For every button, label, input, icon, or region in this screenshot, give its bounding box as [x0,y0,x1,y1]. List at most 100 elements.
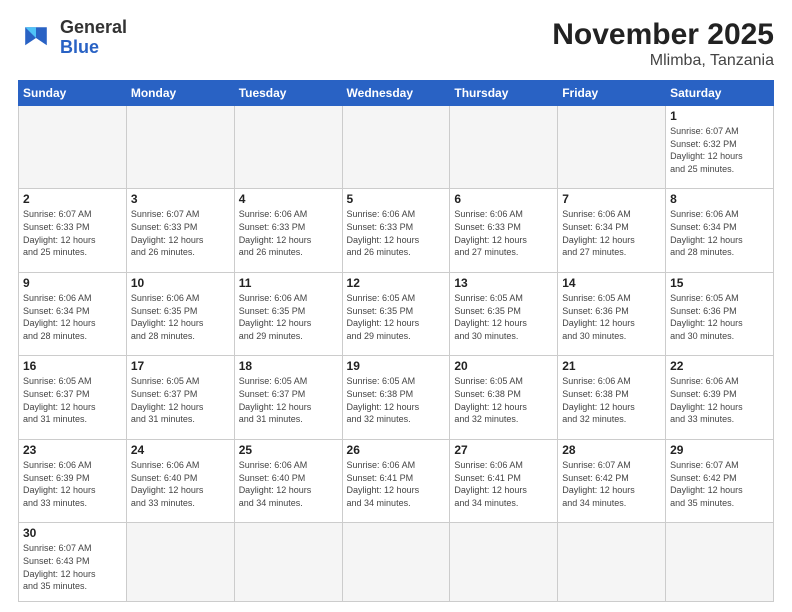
day-number: 6 [454,192,553,206]
table-row [126,523,234,602]
day-info: Sunrise: 6:06 AM Sunset: 6:34 PM Dayligh… [670,208,769,258]
day-number: 11 [239,276,338,290]
logo-text: General Blue [60,18,127,58]
table-row: 30 Sunrise: 6:07 AM Sunset: 6:43 PM Dayli… [19,523,127,602]
table-row [234,523,342,602]
generalblue-logo-icon [18,20,54,56]
day-number: 4 [239,192,338,206]
table-row: 23 Sunrise: 6:06 AM Sunset: 6:39 PM Dayli… [19,439,127,522]
table-row: 15 Sunrise: 6:05 AM Sunset: 6:36 PM Dayli… [666,272,774,355]
day-info: Sunrise: 6:07 AM Sunset: 6:33 PM Dayligh… [23,208,122,258]
day-number: 26 [347,443,446,457]
header: General Blue November 2025 Mlimba, Tanza… [18,18,774,70]
day-info: Sunrise: 6:06 AM Sunset: 6:39 PM Dayligh… [23,459,122,509]
day-number: 27 [454,443,553,457]
col-tuesday: Tuesday [234,81,342,106]
table-row: 13 Sunrise: 6:05 AM Sunset: 6:35 PM Dayli… [450,272,558,355]
day-number: 15 [670,276,769,290]
day-number: 21 [562,359,661,373]
table-row: 1Sunrise: 6:07 AM Sunset: 6:32 PM Daylig… [666,106,774,189]
day-number: 12 [347,276,446,290]
table-row: 17Sunrise: 6:05 AM Sunset: 6:37 PM Dayli… [126,356,234,439]
table-row [342,523,450,602]
table-row: 7 Sunrise: 6:06 AM Sunset: 6:34 PM Daylig… [558,189,666,272]
table-row [666,523,774,602]
table-row: 26 Sunrise: 6:06 AM Sunset: 6:41 PM Dayli… [342,439,450,522]
col-wednesday: Wednesday [342,81,450,106]
day-info: Sunrise: 6:06 AM Sunset: 6:38 PM Dayligh… [562,375,661,425]
table-row [450,106,558,189]
day-info: Sunrise: 6:06 AM Sunset: 6:35 PM Dayligh… [239,292,338,342]
table-row: 5Sunrise: 6:06 AM Sunset: 6:33 PM Daylig… [342,189,450,272]
day-number: 9 [23,276,122,290]
day-number: 13 [454,276,553,290]
col-sunday: Sunday [19,81,127,106]
day-info: Sunrise: 6:05 AM Sunset: 6:35 PM Dayligh… [454,292,553,342]
day-info: Sunrise: 6:05 AM Sunset: 6:37 PM Dayligh… [239,375,338,425]
table-row: 11 Sunrise: 6:06 AM Sunset: 6:35 PM Dayli… [234,272,342,355]
col-friday: Friday [558,81,666,106]
day-info: Sunrise: 6:06 AM Sunset: 6:34 PM Dayligh… [23,292,122,342]
table-row: 22 Sunrise: 6:06 AM Sunset: 6:39 PM Dayli… [666,356,774,439]
table-row: 4 Sunrise: 6:06 AM Sunset: 6:33 PM Daylig… [234,189,342,272]
day-info: Sunrise: 6:05 AM Sunset: 6:38 PM Dayligh… [347,375,446,425]
day-number: 17 [131,359,230,373]
table-row: 16 Sunrise: 6:05 AM Sunset: 6:37 PM Dayli… [19,356,127,439]
day-info: Sunrise: 6:07 AM Sunset: 6:32 PM Dayligh… [670,125,769,175]
table-row: 27Sunrise: 6:06 AM Sunset: 6:41 PM Dayli… [450,439,558,522]
day-info: Sunrise: 6:06 AM Sunset: 6:33 PM Dayligh… [347,208,446,258]
day-info: Sunrise: 6:06 AM Sunset: 6:41 PM Dayligh… [347,459,446,509]
day-number: 19 [347,359,446,373]
day-number: 3 [131,192,230,206]
table-row: 14 Sunrise: 6:05 AM Sunset: 6:36 PM Dayli… [558,272,666,355]
calendar-week-row: 9 Sunrise: 6:06 AM Sunset: 6:34 PM Daylig… [19,272,774,355]
day-number: 14 [562,276,661,290]
table-row: 6 Sunrise: 6:06 AM Sunset: 6:33 PM Daylig… [450,189,558,272]
table-row: 24Sunrise: 6:06 AM Sunset: 6:40 PM Dayli… [126,439,234,522]
day-info: Sunrise: 6:06 AM Sunset: 6:33 PM Dayligh… [239,208,338,258]
table-row: 12Sunrise: 6:05 AM Sunset: 6:35 PM Dayli… [342,272,450,355]
day-number: 7 [562,192,661,206]
day-number: 29 [670,443,769,457]
day-number: 25 [239,443,338,457]
col-saturday: Saturday [666,81,774,106]
logo-general: General [60,17,127,37]
table-row [126,106,234,189]
day-info: Sunrise: 6:05 AM Sunset: 6:36 PM Dayligh… [670,292,769,342]
day-info: Sunrise: 6:05 AM Sunset: 6:37 PM Dayligh… [23,375,122,425]
calendar-week-row: 2 Sunrise: 6:07 AM Sunset: 6:33 PM Daylig… [19,189,774,272]
logo-blue: Blue [60,37,99,57]
calendar-week-row: 1Sunrise: 6:07 AM Sunset: 6:32 PM Daylig… [19,106,774,189]
calendar-subtitle: Mlimba, Tanzania [552,52,774,70]
day-info: Sunrise: 6:07 AM Sunset: 6:43 PM Dayligh… [23,542,122,592]
table-row: 18Sunrise: 6:05 AM Sunset: 6:37 PM Dayli… [234,356,342,439]
day-info: Sunrise: 6:06 AM Sunset: 6:39 PM Dayligh… [670,375,769,425]
day-info: Sunrise: 6:05 AM Sunset: 6:36 PM Dayligh… [562,292,661,342]
table-row: 19 Sunrise: 6:05 AM Sunset: 6:38 PM Dayli… [342,356,450,439]
table-row: 29Sunrise: 6:07 AM Sunset: 6:42 PM Dayli… [666,439,774,522]
day-number: 20 [454,359,553,373]
day-number: 2 [23,192,122,206]
logo: General Blue [18,18,127,58]
page: General Blue November 2025 Mlimba, Tanza… [0,0,792,612]
table-row [450,523,558,602]
day-number: 10 [131,276,230,290]
day-number: 23 [23,443,122,457]
table-row [19,106,127,189]
day-number: 16 [23,359,122,373]
calendar-title: November 2025 [552,18,774,52]
day-info: Sunrise: 6:05 AM Sunset: 6:38 PM Dayligh… [454,375,553,425]
title-block: November 2025 Mlimba, Tanzania [552,18,774,70]
day-info: Sunrise: 6:06 AM Sunset: 6:33 PM Dayligh… [454,208,553,258]
table-row: 21 Sunrise: 6:06 AM Sunset: 6:38 PM Dayli… [558,356,666,439]
col-thursday: Thursday [450,81,558,106]
day-info: Sunrise: 6:06 AM Sunset: 6:34 PM Dayligh… [562,208,661,258]
day-info: Sunrise: 6:06 AM Sunset: 6:40 PM Dayligh… [239,459,338,509]
calendar-table: Sunday Monday Tuesday Wednesday Thursday… [18,80,774,602]
day-number: 24 [131,443,230,457]
day-number: 30 [23,526,122,540]
day-info: Sunrise: 6:07 AM Sunset: 6:42 PM Dayligh… [562,459,661,509]
day-number: 28 [562,443,661,457]
table-row: 28 Sunrise: 6:07 AM Sunset: 6:42 PM Dayli… [558,439,666,522]
day-number: 22 [670,359,769,373]
